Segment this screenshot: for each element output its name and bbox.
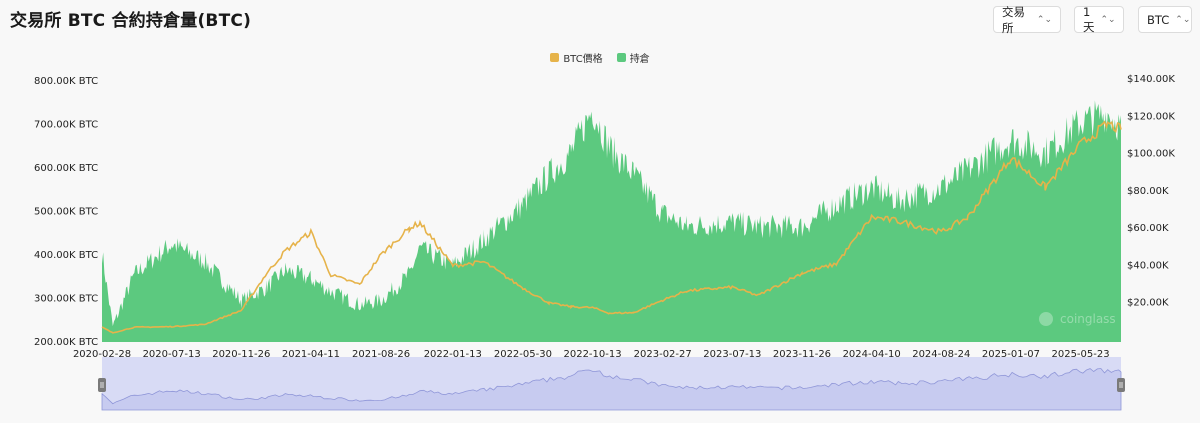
left-axis-tick: 500.00K BTC	[34, 207, 98, 218]
right-axis-tick: $100.00K	[1127, 149, 1175, 160]
left-axis-tick: 600.00K BTC	[34, 163, 98, 174]
right-axis-tick: $140.00K	[1127, 74, 1175, 85]
open-interest-area	[102, 100, 1121, 342]
left-axis-tick: 200.00K BTC	[34, 337, 98, 348]
left-axis-tick: 800.00K BTC	[34, 76, 98, 87]
open-interest-chart: coinglass 200.00K BTC 300.00K BTC 400.00K B…	[34, 74, 1175, 411]
left-axis-tick: 700.00K BTC	[34, 120, 98, 131]
watermark-text: coinglass	[1060, 312, 1116, 326]
right-axis-tick: $40.00K	[1127, 260, 1169, 271]
left-axis-tick: 400.00K BTC	[34, 250, 98, 261]
right-axis-tick: $80.00K	[1127, 186, 1169, 197]
navigator-handle-right[interactable]	[1117, 378, 1125, 392]
right-axis-tick: $120.00K	[1127, 111, 1175, 122]
navigator-handle-left[interactable]	[98, 378, 106, 392]
right-axis-tick: $20.00K	[1127, 298, 1169, 309]
watermark-logo-icon	[1039, 312, 1053, 326]
left-axis-tick: 300.00K BTC	[34, 294, 98, 305]
right-axis-tick: $60.00K	[1127, 223, 1169, 234]
